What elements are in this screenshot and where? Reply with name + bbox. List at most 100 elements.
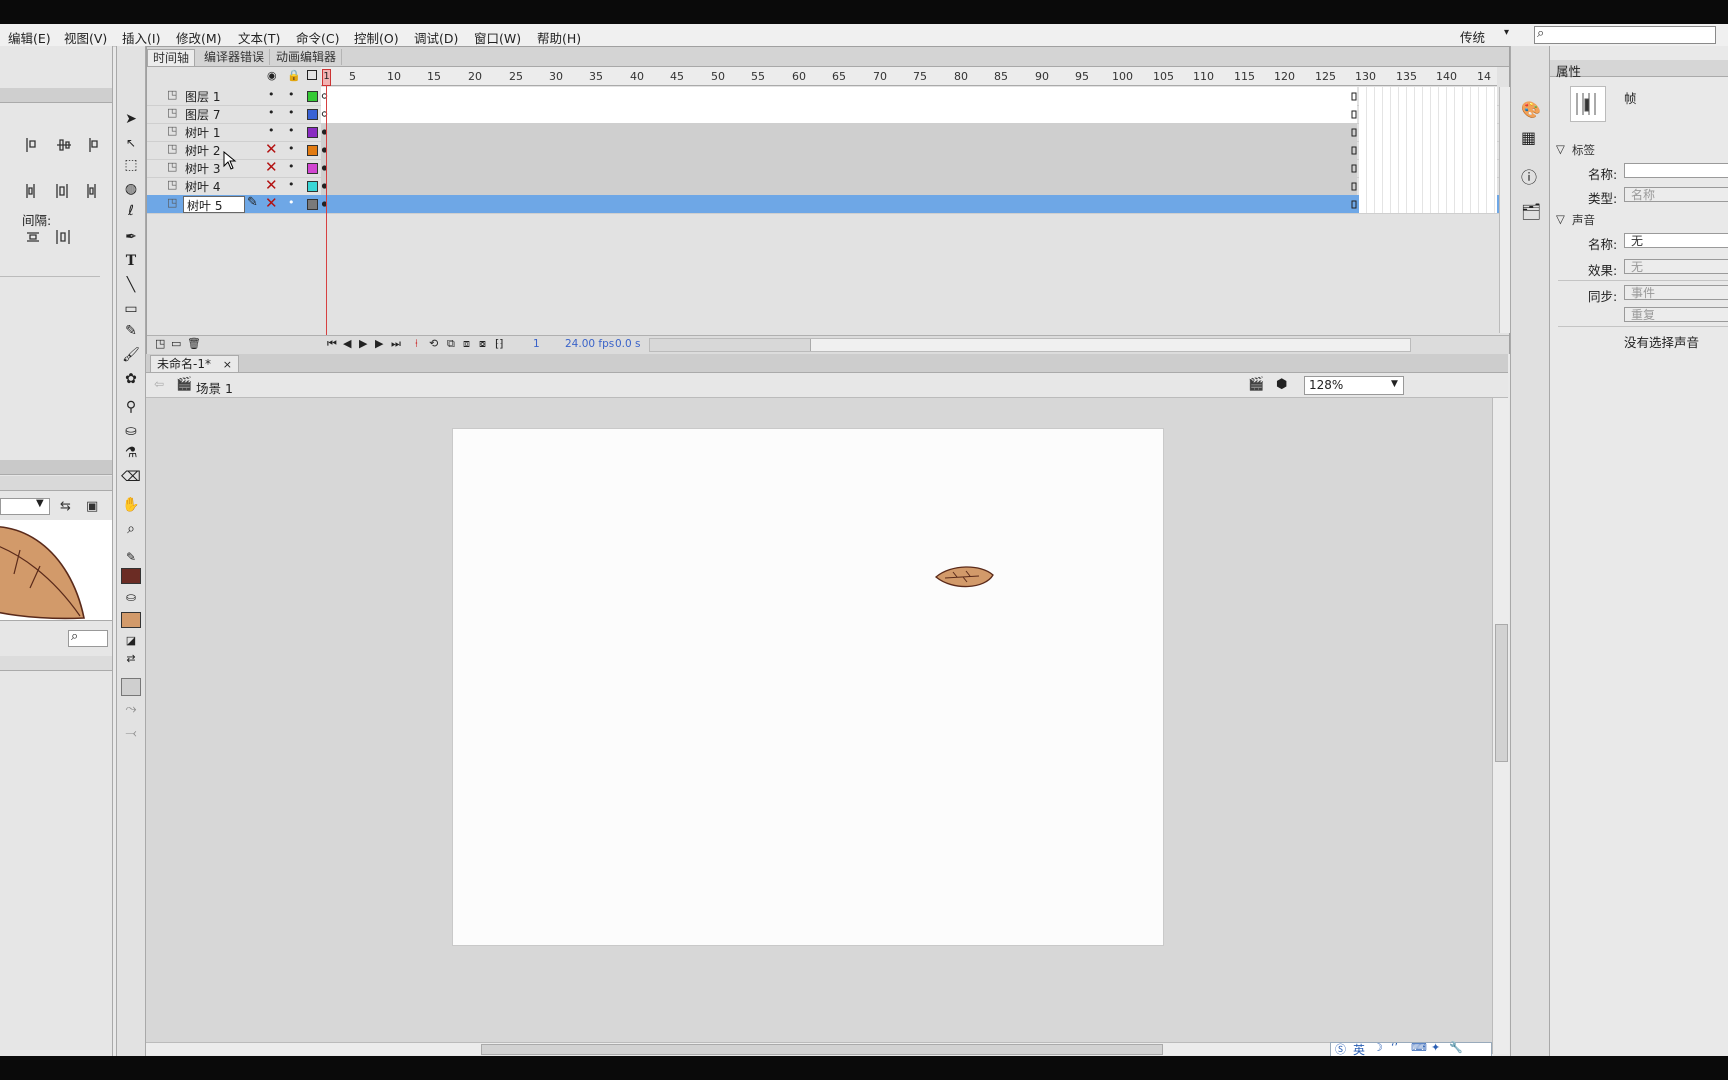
zoom-tool-icon[interactable]: ⌕ bbox=[121, 520, 141, 538]
ime-keyboard-icon[interactable]: ⌨ bbox=[1411, 1041, 1427, 1054]
visible-dot[interactable]: • bbox=[268, 88, 275, 101]
onion-markers-icon[interactable]: ⁅⁆ bbox=[495, 337, 504, 350]
ime-moon-icon[interactable]: ☽ bbox=[1373, 1041, 1383, 1054]
frame-rate[interactable]: 24.00 fps bbox=[565, 338, 614, 350]
sound-name-select[interactable]: 无 bbox=[1624, 233, 1728, 248]
onion-skin-icon[interactable]: ⧉ bbox=[447, 337, 455, 351]
sound-section-title[interactable]: 声音 bbox=[1572, 212, 1595, 228]
collapse-icon[interactable]: ▽ bbox=[1556, 212, 1565, 226]
ime-lang[interactable]: 英 bbox=[1353, 1041, 1365, 1056]
3d-rotation-tool-icon[interactable]: ◍ bbox=[121, 180, 141, 198]
pencil-tool-icon[interactable]: ✎ bbox=[121, 322, 141, 340]
brush-tool-icon[interactable]: 🖌 bbox=[121, 346, 141, 364]
back-arrow-icon[interactable]: ⇦ bbox=[154, 377, 164, 391]
layer-color-swatch[interactable] bbox=[307, 91, 318, 102]
swatches-panel-icon[interactable]: ▦ bbox=[1521, 128, 1536, 147]
lasso-tool-icon[interactable]: ℓ bbox=[121, 202, 141, 220]
line-tool-icon[interactable]: ╲ bbox=[121, 276, 141, 294]
label-type-select[interactable]: 名称 bbox=[1624, 187, 1728, 202]
stage[interactable] bbox=[452, 428, 1164, 946]
repeat-select[interactable]: 重复 bbox=[1624, 307, 1728, 322]
edit-symbol-icon[interactable]: ⬢ bbox=[1276, 377, 1287, 392]
scroll-thumb[interactable] bbox=[481, 1044, 1163, 1055]
fill-color-icon[interactable]: ⛀ bbox=[121, 588, 141, 606]
subselection-tool-icon[interactable]: ↖ bbox=[121, 134, 141, 152]
help-search-input[interactable]: ⌕ bbox=[1534, 26, 1716, 44]
library-document-select[interactable]: ▼ bbox=[0, 498, 50, 515]
selection-tool-icon[interactable]: ➤ bbox=[121, 110, 141, 128]
layer-color-swatch[interactable] bbox=[307, 109, 318, 120]
layer-rename-input[interactable]: 树叶 5 bbox=[183, 196, 245, 213]
hand-tool-icon[interactable]: ✋ bbox=[121, 496, 141, 514]
new-library-icon[interactable]: ▣ bbox=[86, 499, 98, 514]
smooth-icon[interactable]: ⤳ bbox=[121, 700, 141, 718]
playhead[interactable]: 1 bbox=[322, 69, 331, 86]
library-panel-icon[interactable]: 🗂 bbox=[1521, 202, 1541, 221]
library-search-input[interactable]: ⌕ bbox=[68, 629, 108, 647]
menu-control[interactable]: 控制(O) bbox=[354, 28, 399, 47]
menu-help[interactable]: 帮助(H) bbox=[537, 28, 581, 47]
onion-outline-icon[interactable]: ⧈ bbox=[463, 337, 470, 351]
spacing-icons[interactable] bbox=[24, 228, 84, 248]
menu-view[interactable]: 视图(V) bbox=[64, 28, 107, 47]
eye-icon[interactable]: ◉ bbox=[267, 69, 277, 82]
menu-modify[interactable]: 修改(M) bbox=[176, 28, 222, 47]
document-tab[interactable]: 未命名-1* × bbox=[150, 355, 240, 372]
menu-commands[interactable]: 命令(C) bbox=[296, 28, 339, 47]
step-back-icon[interactable]: ◀ bbox=[343, 337, 351, 350]
stage-vscroll[interactable] bbox=[1492, 398, 1509, 1054]
ime-punct-icon[interactable]: ‘’ bbox=[1391, 1041, 1398, 1054]
new-layer-icon[interactable]: ◳ bbox=[155, 337, 165, 350]
leaf-shape[interactable] bbox=[933, 565, 997, 593]
black-white-icon[interactable]: ◪ bbox=[121, 632, 141, 650]
bone-tool-icon[interactable]: ⚲ bbox=[121, 398, 141, 416]
chevron-down-icon[interactable]: ▾ bbox=[1504, 27, 1509, 38]
lock-dot[interactable]: • bbox=[288, 106, 295, 119]
layer-color-swatch[interactable] bbox=[307, 127, 318, 138]
layer-color-swatch[interactable] bbox=[307, 163, 318, 174]
frame-name-input[interactable] bbox=[1624, 163, 1728, 178]
fill-color-swatch[interactable] bbox=[121, 612, 141, 628]
pen-tool-icon[interactable]: ✒ bbox=[121, 228, 141, 246]
visible-dot[interactable]: • bbox=[268, 124, 275, 137]
text-tool-icon[interactable]: T bbox=[121, 252, 141, 270]
collapse-icon[interactable]: ▽ bbox=[1556, 142, 1565, 156]
paint-bucket-tool-icon[interactable]: ⛀ bbox=[121, 422, 141, 440]
lock-dot[interactable]: • bbox=[288, 178, 295, 191]
tab-motion-editor[interactable]: 动画编辑器 bbox=[271, 49, 343, 65]
align-icons[interactable] bbox=[24, 136, 110, 156]
ime-wrench-icon[interactable]: 🔧 bbox=[1449, 1041, 1463, 1054]
loop-icon[interactable]: ⟲ bbox=[429, 337, 438, 350]
lock-dot[interactable]: • bbox=[288, 88, 295, 101]
ime-settings-icon[interactable]: ✦ bbox=[1431, 1041, 1440, 1054]
hidden-x-icon[interactable]: ✕ bbox=[265, 194, 278, 212]
play-icon[interactable]: ▶ bbox=[359, 337, 367, 350]
first-frame-icon[interactable]: ⏮ bbox=[327, 337, 337, 351]
menu-insert[interactable]: 插入(I) bbox=[122, 28, 160, 47]
free-transform-tool-icon[interactable]: ⬚ bbox=[121, 156, 141, 174]
sync-select[interactable]: 事件 bbox=[1624, 285, 1728, 300]
scene-breadcrumb[interactable]: 场景 1 bbox=[196, 378, 233, 397]
layer-color-swatch[interactable] bbox=[307, 145, 318, 156]
info-panel-icon[interactable]: ⓘ bbox=[1521, 164, 1537, 188]
menu-window[interactable]: 窗口(W) bbox=[474, 28, 521, 47]
tab-properties[interactable]: 属性 bbox=[1556, 61, 1581, 80]
lock-dot[interactable]: • bbox=[288, 196, 295, 209]
rectangle-tool-icon[interactable]: ▭ bbox=[121, 300, 141, 318]
swap-colors-icon[interactable]: ⇄ bbox=[121, 650, 141, 668]
pin-icon[interactable]: ⇆ bbox=[60, 499, 71, 514]
lock-icon[interactable]: 🔒 bbox=[287, 69, 301, 82]
lock-dot[interactable]: • bbox=[288, 124, 295, 137]
stroke-color-swatch[interactable] bbox=[121, 568, 141, 584]
close-icon[interactable]: × bbox=[223, 358, 232, 371]
effect-select[interactable]: 无 bbox=[1624, 259, 1728, 274]
lock-dot[interactable]: • bbox=[288, 160, 295, 173]
outline-icon[interactable] bbox=[307, 70, 317, 80]
deco-tool-icon[interactable]: ✿ bbox=[121, 370, 141, 388]
scroll-thumb[interactable] bbox=[1495, 624, 1508, 762]
step-forward-icon[interactable]: ▶ bbox=[375, 337, 383, 350]
empty-frames[interactable] bbox=[1359, 87, 1497, 213]
visible-dot[interactable]: • bbox=[268, 106, 275, 119]
frame-ruler[interactable]: 1 5 10 15 20 25 30 35 40 45 50 55 60 65 … bbox=[321, 67, 1497, 86]
zoom-select[interactable]: 128% ▼ bbox=[1304, 376, 1404, 395]
